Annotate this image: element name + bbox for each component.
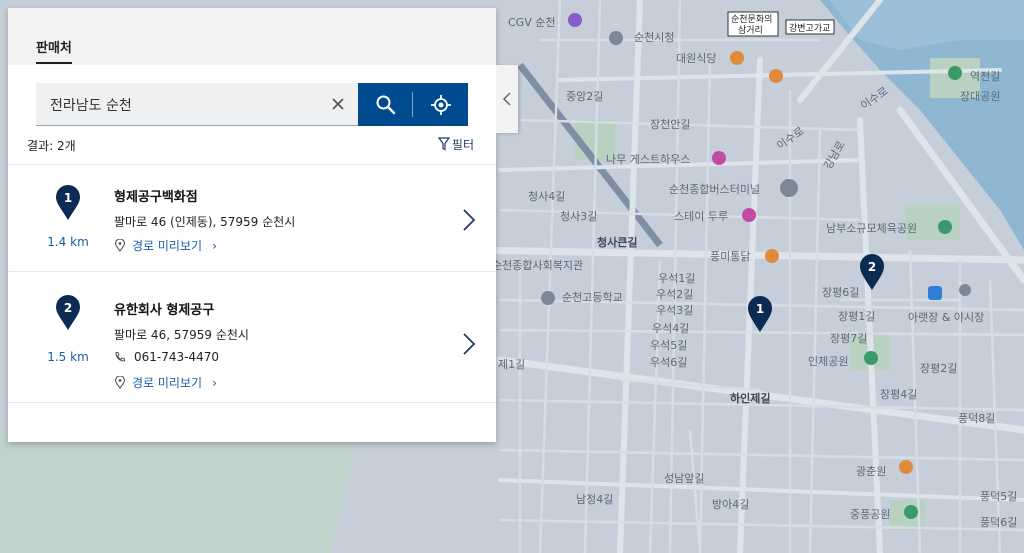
map-label: 스테이 두루 (674, 210, 728, 223)
result-name: 형제공구백화점 (114, 190, 198, 205)
pin-number: 1 (64, 191, 72, 205)
search-actions (358, 83, 468, 126)
result-item[interactable]: 1 1.4 km 형제공구백화점 팔마로 46 (인제동), 57959 순천시… (8, 165, 496, 271)
map-label: 아랫장 & 야시장 (908, 311, 984, 324)
map-label: 하인제길 (730, 391, 770, 405)
map-label: 순천시청 (634, 30, 674, 44)
map-label: 풍덕5길 (980, 490, 1017, 503)
map-label: 나무 게스트하우스 (606, 152, 690, 166)
result-distance: 1.4 km (47, 235, 89, 249)
filter-label: 필터 (451, 138, 474, 152)
map-label: 남정4길 (576, 493, 613, 506)
phone-number: 061-743-4470 (134, 350, 220, 364)
map-label: 장평4길 (880, 388, 917, 401)
map-label: 방아4길 (712, 498, 749, 511)
search-input[interactable] (48, 83, 322, 126)
route-label: 경로 미리보기 (132, 239, 203, 253)
map-label: 강변고가교 (789, 23, 830, 34)
search-icon (376, 95, 396, 115)
map-label: 우석3길 (656, 304, 693, 317)
location-pin-icon: 2 (56, 295, 80, 330)
search-row (36, 83, 468, 126)
map-label: 장평2길 (920, 362, 957, 375)
map-label: 풍덕6길 (980, 516, 1017, 529)
search-box (36, 83, 358, 126)
location-pin-icon: 1 (56, 185, 80, 220)
map-label: 순천고등학교 (562, 290, 623, 304)
map-label: 남부소규모체육공원 (826, 222, 917, 235)
chevron-right-icon: › (212, 376, 217, 390)
results-count: 결과: 2개 (27, 139, 76, 153)
filter-button[interactable]: 필터 (437, 136, 474, 153)
map-label: 우석2길 (656, 288, 693, 301)
route-preview-link[interactable]: 경로 미리보기 › (114, 237, 217, 254)
map-label: 중풍공원 (850, 508, 890, 521)
map-label: 장평7길 (830, 332, 867, 345)
filter-icon (437, 137, 451, 151)
route-label: 경로 미리보기 (132, 376, 203, 390)
route-preview-link[interactable]: 경로 미리보기 › (114, 374, 217, 391)
map-label: 역전길 (970, 70, 1000, 83)
map-label: 대원식당 (676, 52, 716, 65)
result-item[interactable]: 2 1.5 km 유한회사 형제공구 팔마로 46, 57959 순천시 061… (8, 272, 496, 402)
tab-retailers[interactable]: 판매처 (36, 37, 72, 64)
map-label: 제1길 (498, 358, 525, 371)
map-label: 인제공원 (808, 355, 848, 368)
map-label: 풍덕8길 (958, 412, 995, 425)
panel-header: 판매처 (8, 8, 496, 65)
map-label: 장대공원 (960, 90, 1000, 103)
result-address: 팔마로 46, 57959 순천시 (114, 328, 249, 342)
map-label: 장평1길 (838, 310, 875, 323)
map-label: 순천종합버스터미널 (669, 182, 760, 196)
map-label: 청사큰길 (597, 235, 637, 249)
marker-label: 1 (756, 302, 764, 316)
map-label: 성남앞길 (664, 472, 704, 485)
map-label: 우석6길 (650, 356, 687, 369)
phone-icon (115, 352, 125, 362)
map-label: 우석4길 (652, 322, 689, 335)
map-label: 청사3길 (560, 210, 597, 223)
map-label: 중앙2길 (566, 90, 603, 103)
map-pin-icon (114, 238, 126, 252)
map-label: CGV 순천 (508, 15, 555, 29)
result-distance: 1.5 km (47, 350, 89, 364)
map-label: 장평6길 (822, 286, 859, 299)
chevron-right-icon[interactable] (462, 332, 476, 356)
map-label: 청사4길 (528, 190, 565, 203)
map-label: 삼거리 (738, 25, 763, 36)
map-label: 순천종합사회복지관 (492, 258, 583, 272)
clear-search-button[interactable] (328, 94, 348, 114)
crosshair-icon (431, 95, 451, 115)
result-address: 팔마로 46 (인제동), 57959 순천시 (114, 215, 296, 229)
chevron-right-icon: › (212, 239, 217, 253)
map-label: 풍미통닭 (710, 250, 750, 263)
result-name: 유한회사 형제공구 (114, 303, 215, 318)
map-label: 장천안길 (650, 117, 690, 131)
close-icon (332, 98, 344, 110)
retailer-panel: 판매처 전라남도 순천 결과: 2개 필터 1 1.4 km 형제공구백화점 팔… (8, 8, 496, 442)
result-phone[interactable]: 061-743-4470 (114, 350, 219, 364)
pin-number: 2 (64, 301, 72, 315)
map-label: 우석1길 (658, 272, 695, 285)
map-label: 광춘원 (856, 465, 886, 478)
divider (8, 402, 496, 403)
search-button[interactable] (358, 83, 413, 126)
locate-me-button[interactable] (413, 83, 468, 126)
chevron-right-icon[interactable] (462, 208, 476, 232)
map-pin-icon (114, 375, 126, 389)
chevron-left-icon (502, 92, 511, 106)
map-label: 순천문화의 (731, 14, 772, 25)
map-label: 우석5길 (650, 339, 687, 352)
marker-label: 2 (868, 260, 876, 274)
collapse-panel-button[interactable] (496, 65, 518, 133)
